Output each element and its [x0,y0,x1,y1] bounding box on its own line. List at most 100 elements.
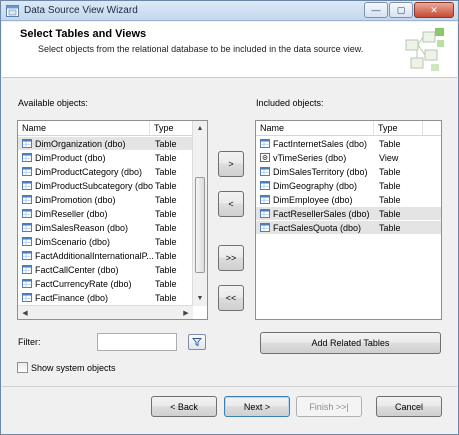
table-icon [22,279,32,288]
available-vertical-scrollbar[interactable]: ▲ ▼ [192,121,207,306]
available-row-type: Table [155,264,177,275]
available-row[interactable]: DimProduct (dbo) Table [18,151,193,164]
included-row[interactable]: FactInternetSales (dbo) Table [256,137,441,150]
included-row-type: View [379,152,399,163]
table-icon [260,139,270,148]
funnel-icon [192,338,202,347]
table-icon [260,181,270,190]
available-row[interactable]: DimProductCategory (dbo) Table [18,165,193,178]
data-source-view-graphic-icon [405,28,444,71]
included-row-name: FactInternetSales (dbo) [273,138,368,149]
window-title: Data Source View Wizard [24,5,138,16]
scroll-thumb[interactable] [195,177,205,273]
included-row-name: DimGeography (dbo) [273,180,358,191]
wizard-app-icon [6,5,19,17]
available-row-type: Table [155,278,177,289]
included-objects-list[interactable]: Name Type FactInternetSales (dbo) Table vT… [255,120,442,320]
included-row-name: FactSalesQuota (dbo) [273,222,362,233]
included-row-type: Table [379,194,401,205]
finish-button[interactable]: Finish >>| [296,396,362,417]
included-name-column-header[interactable]: Name [256,121,374,135]
available-horizontal-scrollbar[interactable]: ◀ ▶ [18,305,193,319]
available-row[interactable]: DimPromotion (dbo) Table [18,193,193,206]
show-system-objects-label[interactable]: Show system objects [31,363,116,373]
available-row[interactable]: DimSalesReason (dbo) Table [18,221,193,234]
available-row-type: Table [155,292,177,303]
add-related-tables-button[interactable]: Add Related Tables [260,332,441,354]
table-icon [260,195,270,204]
available-row-type: Table [155,138,177,149]
available-objects-list[interactable]: Name Type DimOrganization (dbo) Table DimP… [17,120,208,320]
included-row-name: vTimeSeries (dbo) [273,152,347,163]
available-row-name: FactFinance (dbo) [35,292,109,303]
available-row-name: DimScenario (dbo) [35,236,111,247]
add-all-button[interactable]: >> [218,245,244,271]
table-icon [22,139,32,148]
available-row[interactable]: DimProductSubcategory (dbo) Table [18,179,193,192]
included-row-type: Table [379,138,401,149]
available-row-name: FactCallCenter (dbo) [35,264,119,275]
available-row[interactable]: FactAdditionalInternationalP... Table [18,249,193,262]
available-name-column-header[interactable]: Name [18,121,150,135]
table-icon [22,223,32,232]
available-row-type: Table [155,208,177,219]
remove-selected-button[interactable]: < [218,191,244,217]
table-icon [260,223,270,232]
available-row-name: FactAdditionalInternationalP... [35,250,153,261]
available-row[interactable]: FactCallCenter (dbo) Table [18,263,193,276]
table-icon [22,209,32,218]
included-objects-label: Included objects: [256,98,324,108]
included-row[interactable]: FactSalesQuota (dbo) Table [256,221,441,234]
table-icon [22,153,32,162]
cancel-button[interactable]: Cancel [376,396,442,417]
maximize-button[interactable]: ▢ [389,2,413,18]
available-type-column-header[interactable]: Type [150,121,195,135]
available-row[interactable]: DimReseller (dbo) Table [18,207,193,220]
close-button[interactable]: ✕ [414,2,454,18]
scroll-left-arrow-icon[interactable]: ◀ [18,306,32,319]
included-row[interactable]: FactResellerSales (dbo) Table [256,207,441,220]
included-row[interactable]: DimGeography (dbo) Table [256,179,441,192]
footer-divider [2,386,457,387]
scroll-down-arrow-icon[interactable]: ▼ [193,291,207,305]
table-icon [22,237,32,246]
wizard-header: Select Tables and Views Select objects f… [2,22,457,78]
table-icon [260,209,270,218]
back-button[interactable]: < Back [151,396,217,417]
included-row[interactable]: vTimeSeries (dbo) View [256,151,441,164]
table-icon [22,251,32,260]
included-row[interactable]: DimSalesTerritory (dbo) Table [256,165,441,178]
included-row-name: DimEmployee (dbo) [273,194,353,205]
available-row[interactable]: FactFinance (dbo) Table [18,291,193,304]
filter-label: Filter: [18,337,41,347]
available-row[interactable]: DimOrganization (dbo) Table [18,137,193,150]
available-row-name: DimProductCategory (dbo) [35,166,143,177]
show-system-objects-checkbox[interactable] [17,362,28,373]
table-icon [260,167,270,176]
remove-all-button[interactable]: << [218,285,244,311]
included-row-name: FactResellerSales (dbo) [273,208,370,219]
scroll-up-arrow-icon[interactable]: ▲ [193,121,207,135]
included-row-type: Table [379,208,401,219]
included-row-name: DimSalesTerritory (dbo) [273,166,368,177]
available-objects-label: Available objects: [18,98,88,108]
title-bar[interactable]: Data Source View Wizard — ▢ ✕ [1,1,458,21]
page-subtitle: Select objects from the relational datab… [38,44,364,54]
scroll-right-arrow-icon[interactable]: ▶ [179,306,193,319]
included-row-type: Table [379,180,401,191]
included-row[interactable]: DimEmployee (dbo) Table [256,193,441,206]
filter-button[interactable] [188,334,206,350]
filter-input[interactable] [97,333,177,351]
available-list-header: Name Type [18,121,207,136]
minimize-button[interactable]: — [364,2,388,18]
table-icon [22,167,32,176]
table-icon [22,293,32,302]
available-row-type: Table [155,152,177,163]
next-button[interactable]: Next > [224,396,290,417]
available-row[interactable]: FactCurrencyRate (dbo) Table [18,277,193,290]
included-type-column-header[interactable]: Type [374,121,423,135]
included-row-type: Table [379,166,401,177]
table-icon [22,195,32,204]
add-selected-button[interactable]: > [218,151,244,177]
available-row[interactable]: DimScenario (dbo) Table [18,235,193,248]
